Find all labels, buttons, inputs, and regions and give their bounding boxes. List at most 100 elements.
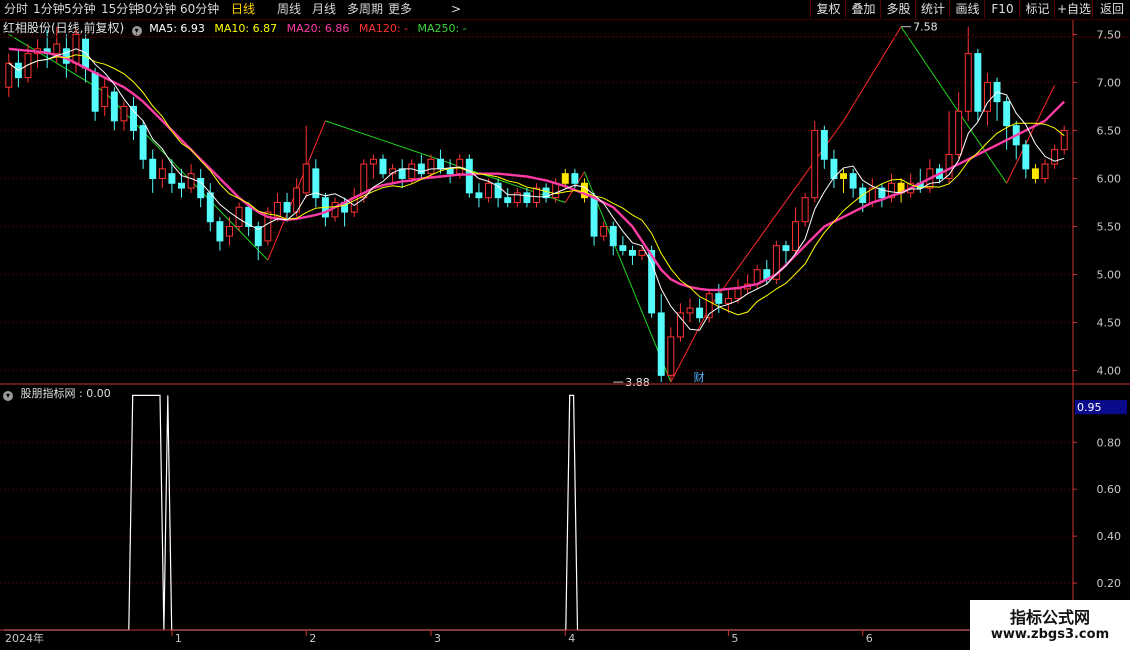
ytick-label-2: 6.50 xyxy=(1097,124,1122,137)
candle-body-104 xyxy=(1003,101,1011,127)
candle-body-71 xyxy=(686,307,694,314)
candle-body-49 xyxy=(475,192,483,199)
candle-body-8 xyxy=(82,38,90,69)
xtick-label-6: 6 xyxy=(866,632,873,645)
xtick-label-1: 1 xyxy=(175,632,182,645)
candle-body-74 xyxy=(715,293,723,304)
candle-body-107 xyxy=(1031,168,1039,179)
candle-body-50 xyxy=(485,182,493,199)
candle-body-42 xyxy=(408,163,416,179)
candle-body-16 xyxy=(158,168,166,179)
zigzag-segment-8 xyxy=(843,26,902,122)
candle-body-58 xyxy=(561,173,569,184)
candle-body-52 xyxy=(504,197,512,203)
ind-ytick-label-2: 0.60 xyxy=(1097,483,1122,496)
candle-body-68 xyxy=(657,312,665,376)
candle-body-15 xyxy=(149,158,157,179)
financial-report-marker: 财 xyxy=(694,370,705,384)
candle-body-46 xyxy=(446,168,454,175)
candle-body-10 xyxy=(101,86,109,107)
zigzag-segment-1 xyxy=(104,91,269,261)
candle-body-99 xyxy=(955,110,963,155)
candle-body-48 xyxy=(465,158,473,194)
candle-body-45 xyxy=(437,158,445,170)
candle-body-29 xyxy=(283,201,291,213)
candle-body-65 xyxy=(628,250,636,256)
ytick-label-0: 7.50 xyxy=(1097,28,1122,41)
candle-body-70 xyxy=(676,312,684,338)
candle-body-13 xyxy=(130,105,138,131)
candle-body-84 xyxy=(811,129,819,199)
candle-body-55 xyxy=(533,187,540,203)
candle-body-109 xyxy=(1051,149,1059,165)
candle-body-43 xyxy=(417,163,425,175)
candle-body-11 xyxy=(110,91,118,122)
candle-body-21 xyxy=(206,192,214,223)
candle-body-62 xyxy=(600,225,608,237)
ma20-line xyxy=(8,47,1066,292)
candle-body-54 xyxy=(523,192,531,203)
ytick-label-7: 4.00 xyxy=(1097,365,1122,378)
kline-chart[interactable]: 7.58 3.88 财 7.50 7.00 6.50 6.00 5.50 5.00 4.50 4.… xyxy=(0,0,1130,650)
annotation-label-1: 3.88 xyxy=(625,376,650,389)
candlesticks xyxy=(5,26,1068,383)
candle-body-31 xyxy=(302,163,310,194)
candle-body-57 xyxy=(552,182,560,199)
candle-body-75 xyxy=(724,298,732,304)
candle-body-88 xyxy=(849,173,857,189)
candle-body-41 xyxy=(398,168,406,179)
candle-body-38 xyxy=(369,158,377,165)
ytick-label-1: 7.00 xyxy=(1097,76,1122,89)
candle-body-82 xyxy=(792,221,800,252)
candle-body-14 xyxy=(139,125,147,160)
candle-body-22 xyxy=(216,221,224,242)
xtick-label-3: 3 xyxy=(434,632,441,645)
chart-grid xyxy=(0,33,1073,584)
candle-body-85 xyxy=(820,129,828,160)
candle-body-9 xyxy=(91,72,99,112)
indicator-panel xyxy=(4,394,1066,631)
watermark-title: 指标公式网 xyxy=(1009,608,1090,627)
candle-body-19 xyxy=(187,173,195,189)
candle-body-87 xyxy=(840,173,848,179)
xtick-label-2: 2 xyxy=(309,632,316,645)
candle-body-6 xyxy=(62,48,70,64)
xtick-label-4: 4 xyxy=(568,632,575,645)
indicator-line xyxy=(4,394,1066,631)
candle-body-64 xyxy=(619,245,627,252)
candle-body-83 xyxy=(801,197,809,223)
candle-body-108 xyxy=(1041,163,1049,179)
candle-body-72 xyxy=(696,307,704,319)
candle-body-23 xyxy=(225,225,233,237)
watermark-url: www.zbgs3.com xyxy=(990,627,1110,642)
candle-body-18 xyxy=(178,182,185,189)
xtick-label-0: 2024年 xyxy=(5,631,44,645)
xtick-label-5: 5 xyxy=(731,632,738,645)
annotation-label-0: 7.58 xyxy=(913,21,938,34)
candle-body-39 xyxy=(379,158,387,175)
candle-body-100 xyxy=(964,53,972,112)
ytick-label-6: 4.50 xyxy=(1097,317,1122,330)
ytick-label-3: 6.00 xyxy=(1097,172,1122,185)
candle-body-5 xyxy=(53,43,61,55)
candle-body-69 xyxy=(667,336,675,376)
candle-body-76 xyxy=(734,288,742,300)
candle-body-66 xyxy=(638,250,646,256)
indicator-current-value: 0.95 xyxy=(1077,401,1102,414)
candle-body-0 xyxy=(5,62,13,88)
ytick-label-4: 5.50 xyxy=(1097,220,1122,233)
ind-ytick-label-4: 0.20 xyxy=(1097,577,1122,590)
ind-ytick-label-3: 0.40 xyxy=(1097,530,1122,543)
candle-body-59 xyxy=(571,173,579,184)
watermark: 指标公式网 www.zbgs3.com xyxy=(970,600,1130,650)
candle-body-81 xyxy=(782,245,790,252)
ind-ytick-label-1: 0.80 xyxy=(1097,436,1122,449)
ytick-label-5: 5.00 xyxy=(1097,269,1122,282)
candle-body-61 xyxy=(590,197,598,237)
candle-body-63 xyxy=(609,225,617,247)
candle-body-101 xyxy=(974,53,982,112)
candle-body-106 xyxy=(1022,144,1030,170)
candle-body-17 xyxy=(168,173,176,184)
candle-body-110 xyxy=(1060,129,1068,151)
candle-body-12 xyxy=(120,105,128,122)
